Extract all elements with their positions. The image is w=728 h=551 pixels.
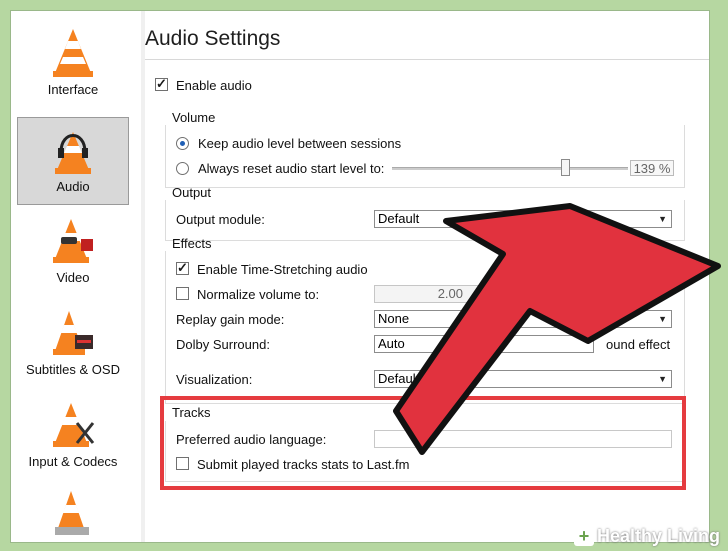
pointer-arrow-icon [393,203,721,455]
watermark-text: Healthy Living [596,526,720,546]
healthy-living-logo: + [573,526,594,546]
watermark: + Healthy Living [573,526,720,547]
